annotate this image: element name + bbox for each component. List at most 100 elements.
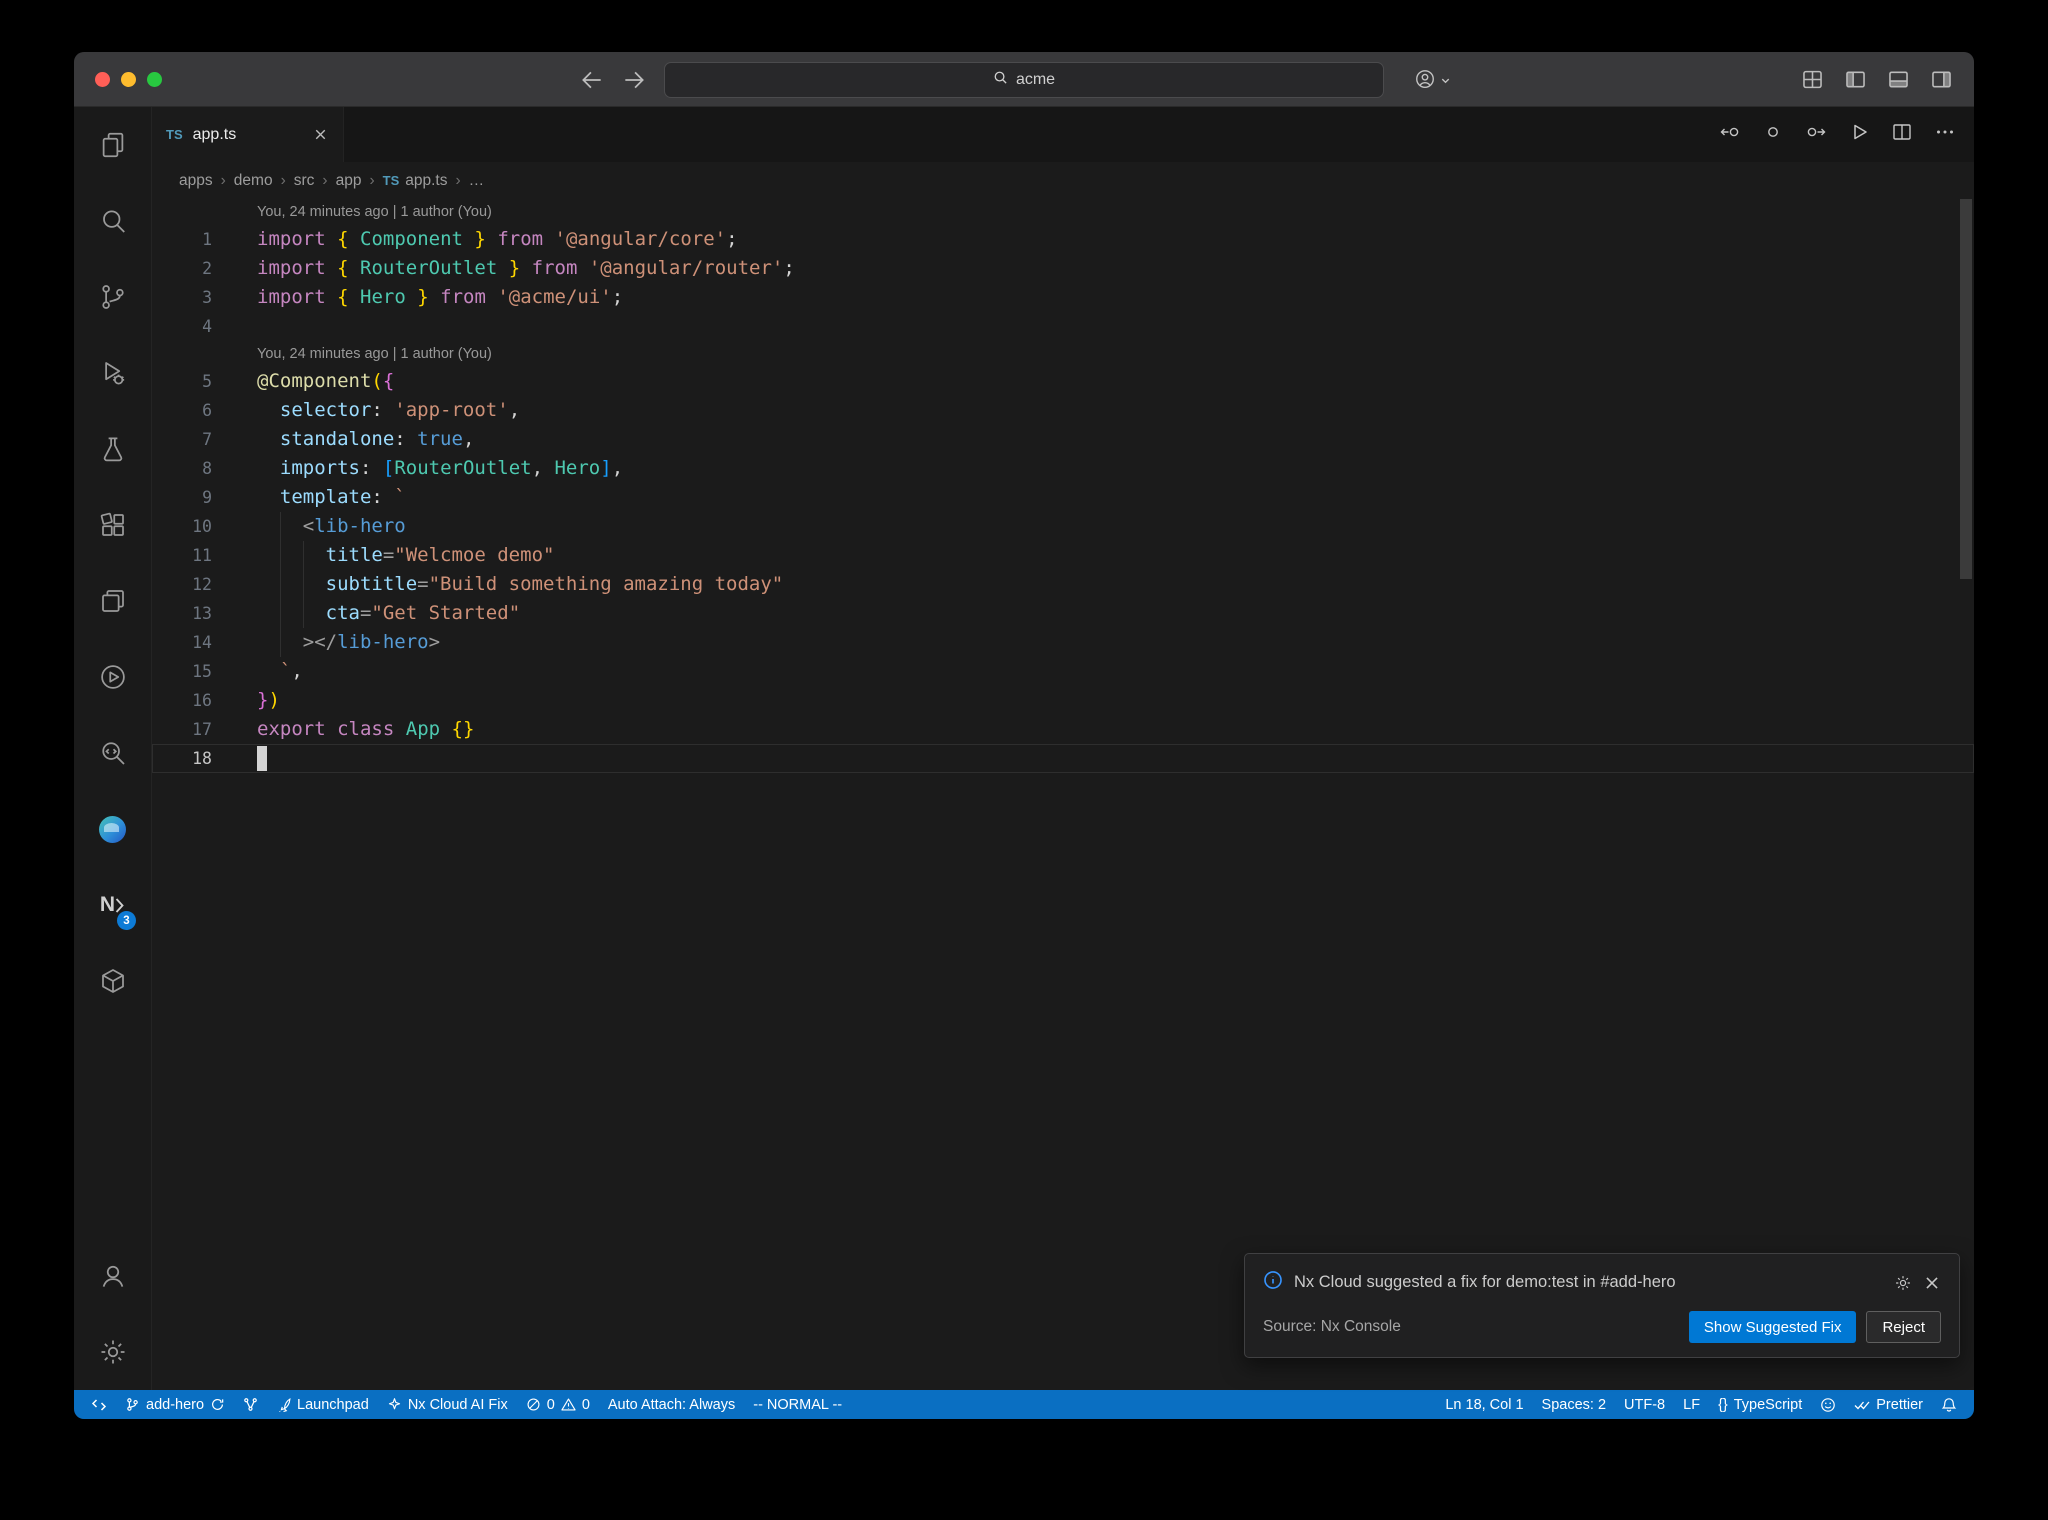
code-line[interactable]: 6 selector: 'app-root', [152,396,1974,425]
code-line[interactable]: 16}) [152,686,1974,715]
code-line[interactable]: 10 <lib-hero [152,512,1974,541]
line-number[interactable]: 9 [152,483,212,512]
codelens-annotation[interactable]: You, 24 minutes ago | 1 author (You) [257,199,1974,225]
code-search-icon[interactable] [74,715,151,791]
tab-close-icon[interactable] [312,126,329,143]
launchpad-item[interactable]: Launchpad [267,1390,378,1419]
code-line[interactable]: 12 subtitle="Build something amazing tod… [152,570,1974,599]
nx-cloud-ai-fix-item[interactable]: Nx Cloud AI Fix [378,1390,517,1419]
notification-settings-icon[interactable] [1894,1274,1912,1292]
encoding-item[interactable]: UTF-8 [1615,1397,1674,1413]
line-number[interactable]: 8 [152,454,212,483]
code-line[interactable]: 14 ></lib-hero> [152,628,1974,657]
codelens-annotation[interactable]: You, 24 minutes ago | 1 author (You) [257,341,1974,367]
line-number[interactable]: 7 [152,425,212,454]
stacked-windows-icon[interactable] [74,563,151,639]
reject-button[interactable]: Reject [1866,1311,1941,1343]
code-line[interactable]: 1 import { Component } from '@angular/cor… [152,225,1974,254]
breadcrumb-file[interactable]: TS app.ts [383,172,448,190]
macos-close-button[interactable] [95,72,110,87]
customize-layout-icon[interactable] [1802,69,1823,95]
toggle-primary-sidebar-icon[interactable] [1845,69,1866,95]
git-branch-item[interactable]: add-hero [116,1390,234,1419]
code-line[interactable]: 5 @Component({ [152,367,1974,396]
split-editor-icon[interactable] [1891,121,1913,148]
next-change-icon[interactable] [1805,121,1827,148]
code-line[interactable]: 4 [152,312,1974,341]
auto-attach-item[interactable]: Auto Attach: Always [599,1390,744,1419]
line-number[interactable]: 16 [152,686,212,715]
line-number[interactable]: 14 [152,628,212,657]
rocket-icon [279,1398,291,1412]
line-number[interactable]: 6 [152,396,212,425]
search-icon[interactable] [74,183,151,259]
history-back-icon[interactable] [579,67,605,93]
prettier-item[interactable]: Prettier [1845,1397,1932,1413]
account-icon[interactable] [74,1238,151,1314]
feedback-smiley-icon[interactable] [1811,1397,1845,1413]
play-circle-icon[interactable] [74,639,151,715]
run-and-debug-icon[interactable] [74,335,151,411]
line-number[interactable]: 10 [152,512,212,541]
toggle-panel-icon[interactable] [1888,69,1909,95]
profile-menu[interactable] [1414,68,1451,95]
editor[interactable]: You, 24 minutes ago | 1 author (You) 1 imp… [152,199,1974,1390]
macos-minimize-button[interactable] [121,72,136,87]
problems-item[interactable]: 0 0 [517,1390,599,1419]
line-number[interactable]: 3 [152,283,212,312]
nx-console-icon[interactable]: N 3 [74,867,151,943]
breadcrumb-item[interactable]: src [294,172,315,190]
commit-graph-item[interactable] [234,1390,267,1419]
macos-maximize-button[interactable] [147,72,162,87]
compare-circle-icon[interactable] [1762,121,1784,148]
line-number[interactable]: 1 [152,225,212,254]
line-number[interactable]: 18 [152,744,212,773]
scrollbar-thumb[interactable] [1960,199,1972,579]
code-line[interactable]: 13 cta="Get Started" [152,599,1974,628]
line-number[interactable]: 17 [152,715,212,744]
notifications-bell-icon[interactable] [1932,1397,1966,1413]
breadcrumb-symbol-ellipsis[interactable]: … [469,172,485,190]
breadcrumb-item[interactable]: app [336,172,362,190]
line-number[interactable]: 4 [152,312,212,341]
code-line[interactable]: 18 [152,744,1974,773]
code-line[interactable]: 3 import { Hero } from '@acme/ui'; [152,283,1974,312]
history-forward-icon[interactable] [621,67,647,93]
edge-browser-icon[interactable] [74,791,151,867]
line-number[interactable]: 15 [152,657,212,686]
code-line[interactable]: 17 export class App {} [152,715,1974,744]
indentation-item[interactable]: Spaces: 2 [1533,1397,1616,1413]
notification-close-icon[interactable] [1923,1274,1941,1292]
line-number[interactable]: 12 [152,570,212,599]
explorer-icon[interactable] [74,107,151,183]
language-mode-item[interactable]: {} TypeScript [1709,1397,1811,1413]
line-number[interactable]: 11 [152,541,212,570]
settings-gear-icon[interactable] [74,1314,151,1390]
code-line[interactable]: 9 template: ` [152,483,1974,512]
line-number[interactable]: 5 [152,367,212,396]
extensions-icon[interactable] [74,487,151,563]
breadcrumb-item[interactable]: apps [179,172,213,190]
show-suggested-fix-button[interactable]: Show Suggested Fix [1688,1311,1857,1343]
code-line[interactable]: 2 import { RouterOutlet } from '@angular/… [152,254,1974,283]
prev-change-icon[interactable] [1719,121,1741,148]
more-actions-icon[interactable] [1934,121,1956,148]
command-center-search[interactable]: acme [664,62,1384,98]
code-line[interactable]: 11 title="Welcmoe demo" [152,541,1974,570]
line-number[interactable]: 2 [152,254,212,283]
toggle-secondary-sidebar-icon[interactable] [1931,69,1952,95]
tab-app-ts[interactable]: TS app.ts [152,107,344,162]
code-line[interactable]: 15 `, [152,657,1974,686]
testing-beaker-icon[interactable] [74,411,151,487]
run-file-icon[interactable] [1848,121,1870,148]
line-number[interactable]: 13 [152,599,212,628]
remote-indicator[interactable] [82,1390,116,1419]
source-control-icon[interactable] [74,259,151,335]
cursor-position-item[interactable]: Ln 18, Col 1 [1436,1397,1532,1413]
breadcrumb-item[interactable]: demo [234,172,273,190]
vim-mode-item[interactable]: -- NORMAL -- [744,1390,851,1419]
code-line[interactable]: 8 imports: [RouterOutlet, Hero], [152,454,1974,483]
eol-item[interactable]: LF [1674,1397,1709,1413]
package-cube-icon[interactable] [74,943,151,1019]
code-line[interactable]: 7 standalone: true, [152,425,1974,454]
